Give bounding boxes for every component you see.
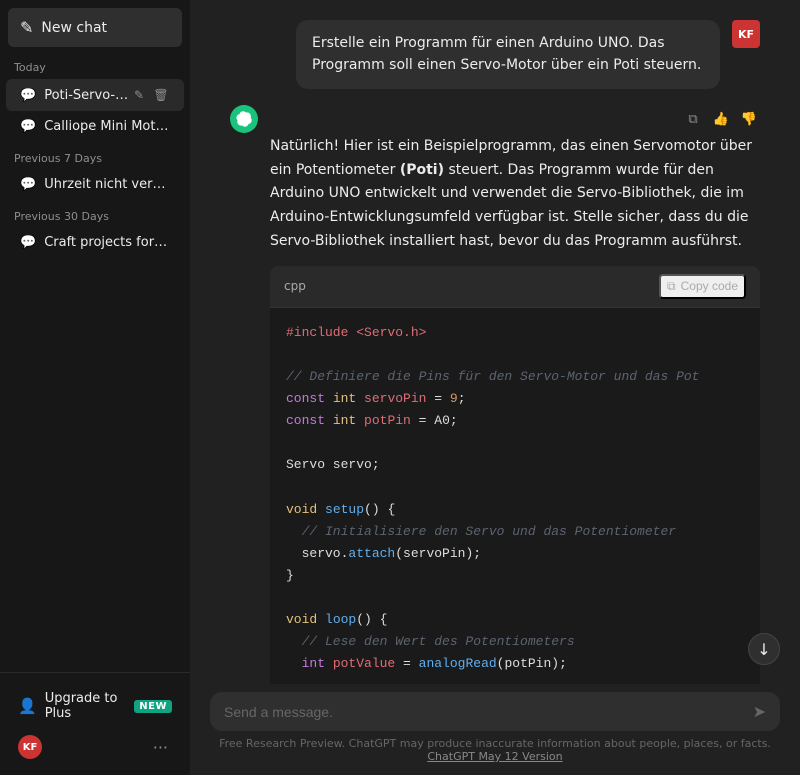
assistant-action-buttons: ⧉ 👍 👎 bbox=[682, 109, 760, 131]
sidebar-bottom: 👤 Upgrade to Plus NEW KF ··· bbox=[0, 672, 190, 775]
scroll-down-icon: ↓ bbox=[757, 640, 770, 659]
copy-code-icon: ⧉ bbox=[667, 279, 676, 294]
sidebar-item-uhrzeit-label: Uhrzeit nicht verfügbar. bbox=[44, 177, 170, 192]
input-area: ➤ Free Research Preview. ChatGPT may pro… bbox=[190, 684, 800, 775]
sidebar: ✎ New chat Today 💬 Poti-Servo-Steuerung … bbox=[0, 0, 190, 775]
code-language-label: cpp bbox=[284, 279, 306, 293]
user-avatar: KF bbox=[18, 735, 42, 759]
send-button[interactable]: ➤ bbox=[753, 702, 766, 721]
copy-message-button[interactable]: ⧉ bbox=[682, 109, 704, 131]
sidebar-item-calliope[interactable]: 💬 Calliope Mini Motorsteuerung bbox=[6, 112, 184, 141]
user-message-avatar: KF bbox=[732, 20, 760, 48]
rename-button[interactable]: ✎ bbox=[130, 86, 148, 104]
sidebar-item-uhrzeit[interactable]: 💬 Uhrzeit nicht verfügbar. bbox=[6, 170, 184, 199]
assistant-avatar bbox=[230, 105, 258, 133]
sidebar-item-poti-servo-label: Poti-Servo-Steuerung bbox=[44, 88, 130, 103]
sidebar-item-calliope-label: Calliope Mini Motorsteuerung bbox=[44, 119, 170, 134]
input-box: ➤ bbox=[210, 692, 780, 731]
footer-link[interactable]: ChatGPT May 12 Version bbox=[427, 750, 562, 763]
sidebar-section-7days: Previous 7 Days bbox=[0, 142, 190, 169]
person-icon: 👤 bbox=[18, 697, 37, 715]
chat-icon-calliope: 💬 bbox=[20, 119, 36, 134]
chat-area: Erstelle ein Programm für einen Arduino … bbox=[190, 0, 800, 684]
upgrade-button[interactable]: 👤 Upgrade to Plus NEW bbox=[8, 683, 182, 729]
new-chat-label: New chat bbox=[41, 20, 107, 36]
sidebar-conversation-list: Today 💬 Poti-Servo-Steuerung ✎ 🗑 💬 Calli… bbox=[0, 51, 190, 672]
sidebar-section-today: Today bbox=[0, 51, 190, 78]
assistant-message: ⧉ 👍 👎 Natürlich! Hier ist ein Beispielpr… bbox=[230, 105, 760, 684]
thumbs-down-button[interactable]: 👎 bbox=[738, 109, 760, 131]
sidebar-item-poti-servo[interactable]: 💬 Poti-Servo-Steuerung ✎ 🗑 bbox=[6, 79, 184, 111]
delete-button[interactable]: 🗑 bbox=[152, 86, 170, 104]
new-chat-icon: ✎ bbox=[20, 18, 33, 37]
code-content: #include <Servo.h> // Definiere die Pins… bbox=[270, 308, 760, 684]
chat-icon-craft: 💬 bbox=[20, 235, 36, 250]
scroll-down-button[interactable]: ↓ bbox=[748, 633, 780, 665]
new-chat-button[interactable]: ✎ New chat bbox=[8, 8, 182, 47]
upgrade-label: Upgrade to Plus bbox=[45, 691, 127, 721]
code-block: cpp ⧉ Copy code #include <Servo.h> // De… bbox=[270, 266, 760, 684]
main-content: Erstelle ein Programm für einen Arduino … bbox=[190, 0, 800, 775]
message-input[interactable] bbox=[224, 704, 745, 720]
code-header: cpp ⧉ Copy code bbox=[270, 266, 760, 308]
user-row[interactable]: KF ··· bbox=[8, 729, 182, 765]
sidebar-item-craft[interactable]: 💬 Craft projects for kids. bbox=[6, 228, 184, 257]
footer-text: Free Research Preview. ChatGPT may produ… bbox=[210, 731, 780, 771]
user-message: Erstelle ein Programm für einen Arduino … bbox=[230, 20, 760, 89]
user-message-text: Erstelle ein Programm für einen Arduino … bbox=[312, 35, 701, 73]
thumbs-up-button[interactable]: 👍 bbox=[710, 109, 732, 131]
chat-icon-uhrzeit: 💬 bbox=[20, 177, 36, 192]
new-badge: NEW bbox=[134, 700, 172, 713]
sidebar-section-30days: Previous 30 Days bbox=[0, 200, 190, 227]
chat-icon: 💬 bbox=[20, 88, 36, 103]
copy-code-label: Copy code bbox=[681, 279, 738, 293]
copy-code-button[interactable]: ⧉ Copy code bbox=[659, 274, 746, 299]
user-menu-button[interactable]: ··· bbox=[149, 736, 172, 759]
assistant-content-area: ⧉ 👍 👎 Natürlich! Hier ist ein Beispielpr… bbox=[270, 105, 760, 684]
assistant-text: Natürlich! Hier ist ein Beispielprogramm… bbox=[270, 135, 760, 254]
user-bubble: Erstelle ein Programm für einen Arduino … bbox=[296, 20, 720, 89]
sidebar-item-craft-label: Craft projects for kids. bbox=[44, 235, 170, 250]
